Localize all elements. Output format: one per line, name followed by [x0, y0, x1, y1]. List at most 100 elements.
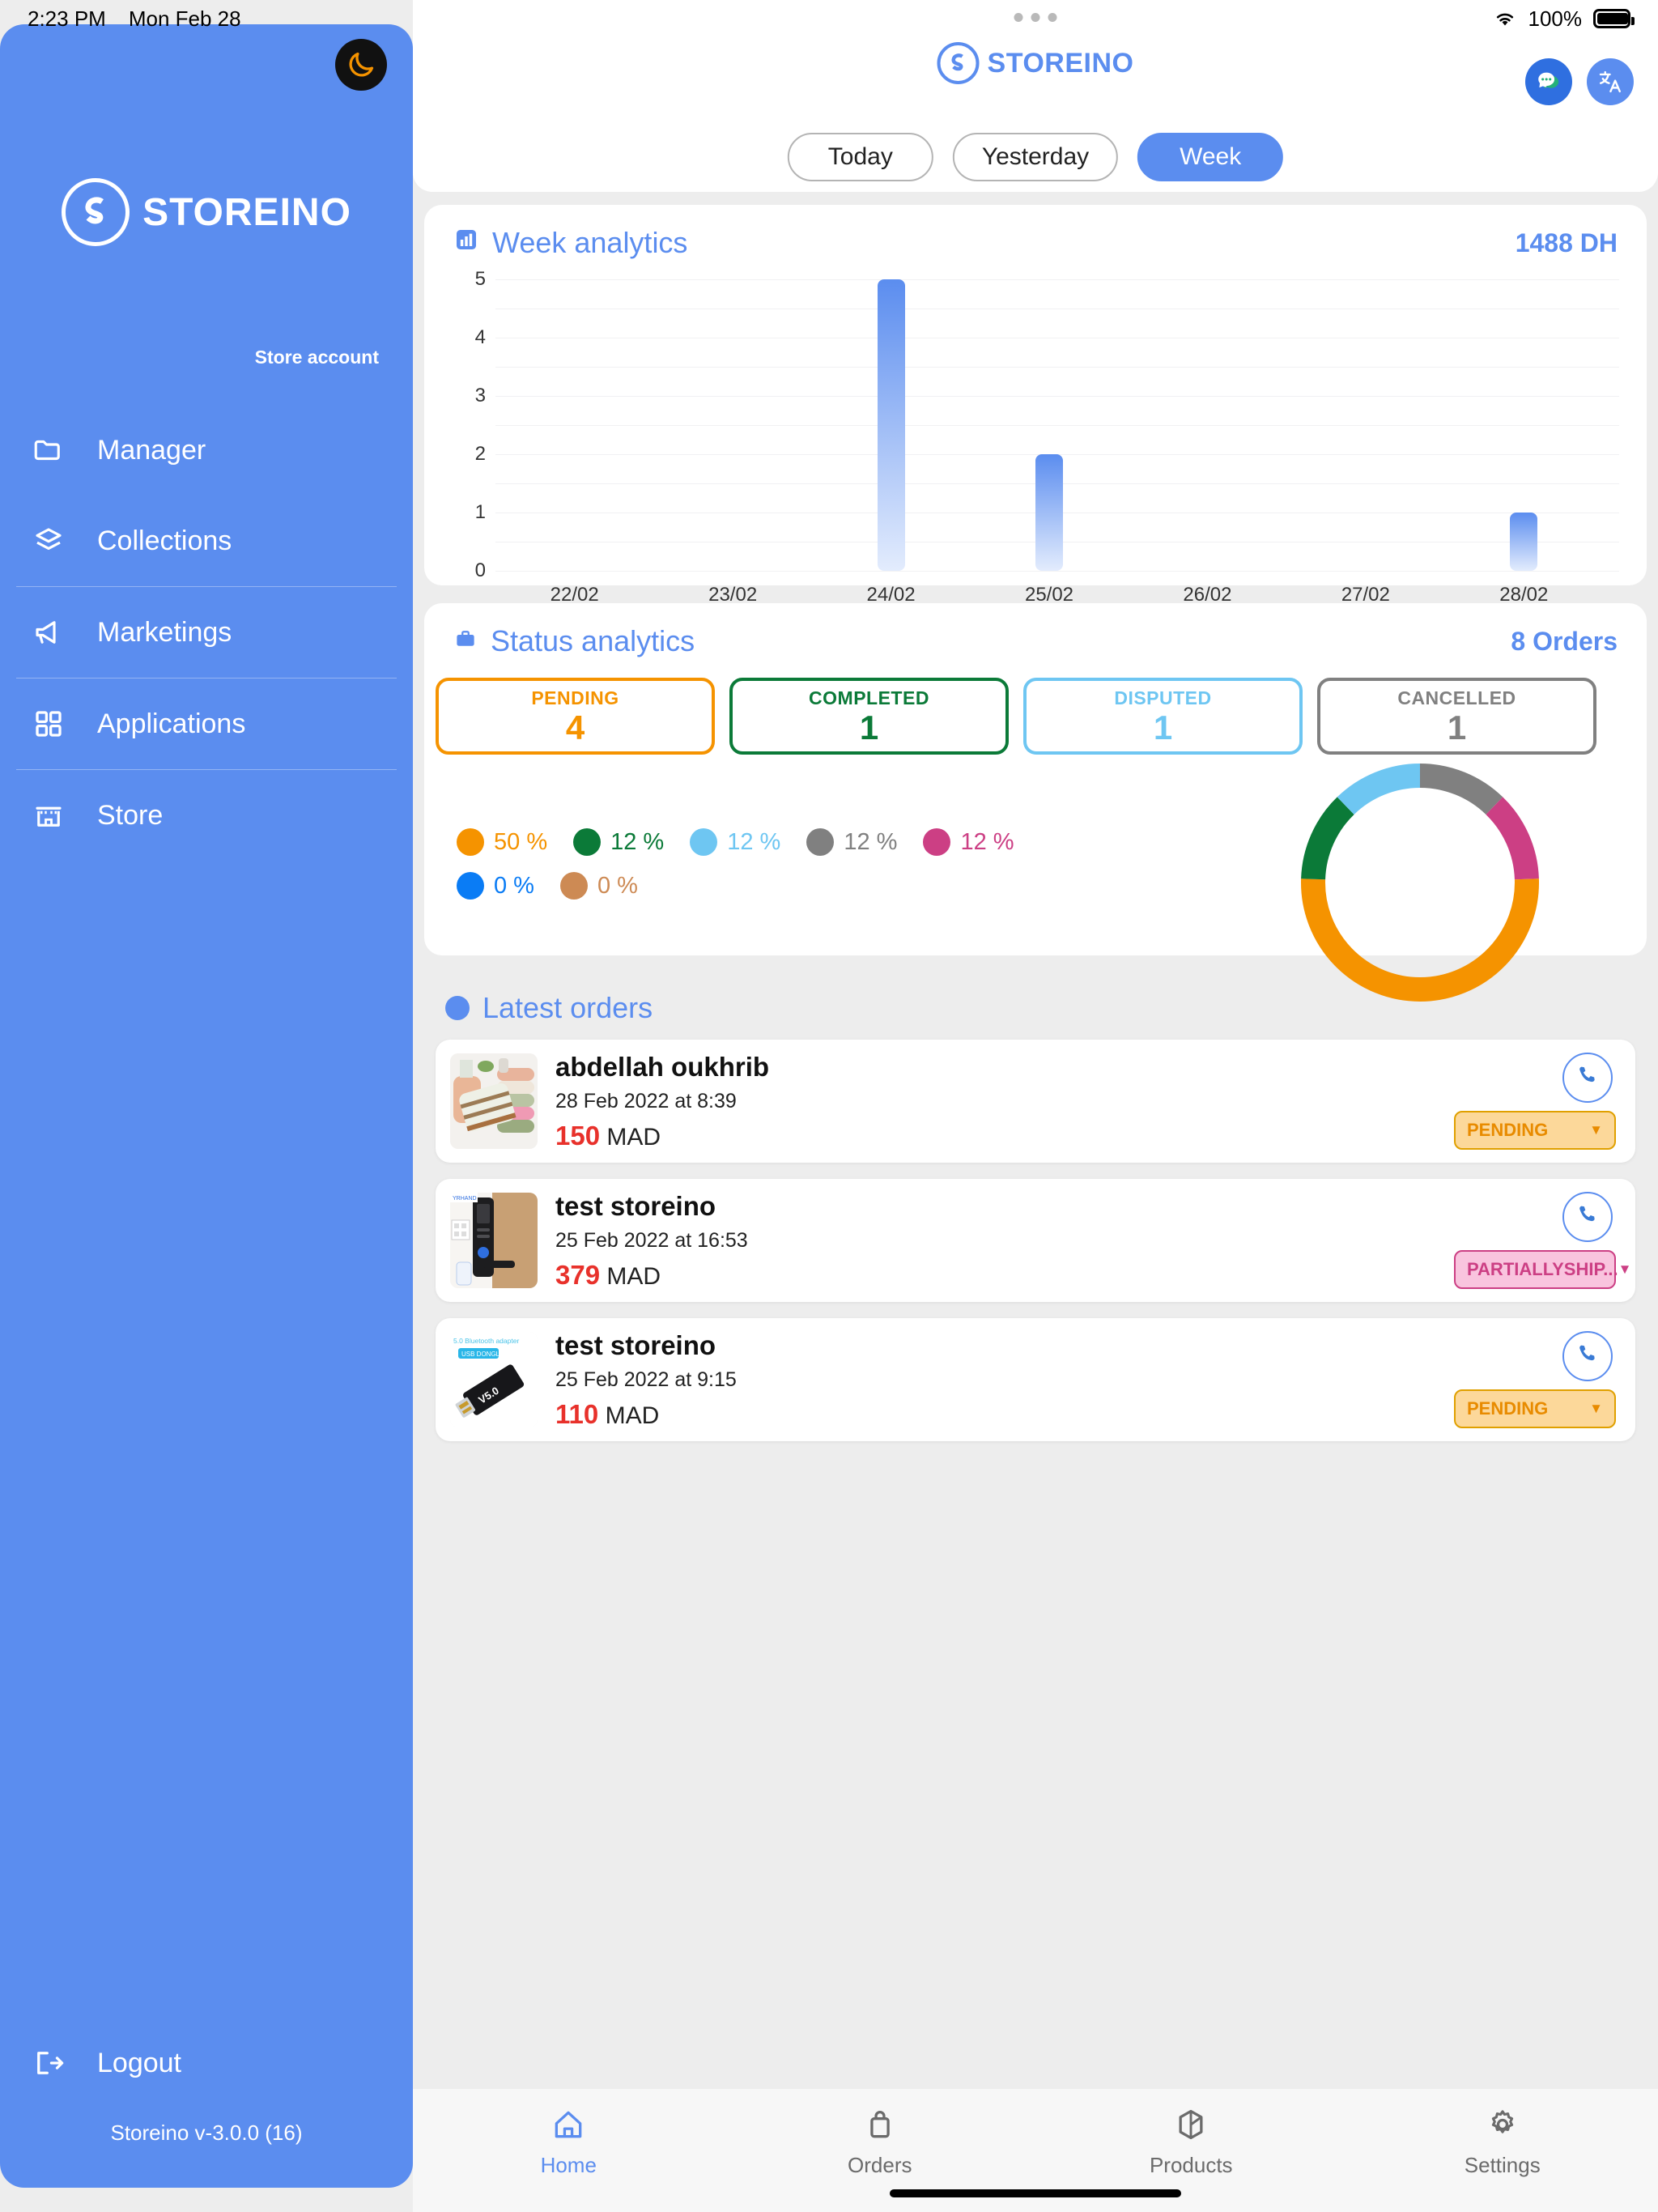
- status-chip-label: DISPUTED: [1114, 687, 1212, 708]
- legend-item: 12 %: [690, 828, 780, 856]
- chart-y-tick: 2: [474, 443, 486, 465]
- translate-icon[interactable]: [1587, 58, 1634, 105]
- tab-products[interactable]: Products: [1035, 2107, 1347, 2178]
- logout-button[interactable]: Logout: [0, 2045, 413, 2081]
- order-status-dropdown[interactable]: PENDING ▼: [1454, 1389, 1616, 1428]
- week-analytics-title: Week analytics: [492, 226, 688, 259]
- legend-percent: 0 %: [597, 872, 638, 899]
- order-list-item[interactable]: YRHAND test storeino 25 Feb 2022 at 16:53 3…: [436, 1179, 1635, 1302]
- tab-settings[interactable]: Settings: [1347, 2107, 1658, 2178]
- sidebar-item-label: Manager: [97, 434, 206, 466]
- period-segmented-control: Today Yesterday Week: [787, 133, 1284, 181]
- week-analytics-title-group: Week analytics: [453, 226, 687, 260]
- latest-orders-title: Latest orders: [483, 991, 653, 1024]
- status-chip[interactable]: PENDING 4: [436, 678, 715, 755]
- storeino-logo-icon: [62, 178, 130, 246]
- order-status-label: PARTIALLYSHIP...: [1467, 1259, 1618, 1279]
- sidebar-item-collections[interactable]: Collections: [0, 496, 413, 586]
- legend-color-dot: [457, 872, 484, 900]
- bag-icon: [862, 2107, 898, 2146]
- chevron-down-icon: ▼: [1589, 1401, 1603, 1416]
- status-chip-value: 1: [1447, 708, 1467, 747]
- legend-percent: 12 %: [844, 828, 898, 855]
- moon-icon: [346, 49, 376, 80]
- header-brand: STOREINO: [937, 42, 1134, 84]
- donut-segment[interactable]: [1301, 797, 1354, 880]
- legend-item: 12 %: [573, 828, 664, 856]
- header-actions: [1525, 58, 1634, 105]
- chevron-down-icon: ▼: [1589, 1122, 1603, 1138]
- battery-icon: [1593, 9, 1635, 28]
- status-chip-row[interactable]: PENDING 4 COMPLETED 1 DISPUTED 1 CANCELLED 1: [436, 678, 1596, 755]
- sidebar-brand: STOREINO: [0, 178, 413, 246]
- tab-label: Products: [1149, 2153, 1233, 2177]
- tab-label: Home: [540, 2153, 597, 2177]
- briefcase-icon: [453, 624, 478, 658]
- segment-today[interactable]: Today: [787, 133, 933, 181]
- sidebar-item-marketings[interactable]: Marketings: [0, 587, 413, 678]
- chart-gridline: [495, 308, 1619, 309]
- legend-percent: 12 %: [727, 828, 781, 855]
- order-list-item[interactable]: abdellah oukhrib 28 Feb 2022 at 8:39 150 M…: [436, 1040, 1635, 1163]
- sidebar-item-applications[interactable]: Applications: [0, 678, 413, 769]
- legend-percent: 12 %: [610, 828, 665, 855]
- status-bar-date: Mon Feb 28: [128, 6, 241, 31]
- sidebar-item-store[interactable]: Store: [0, 770, 413, 861]
- chart-bar[interactable]: [1035, 454, 1063, 571]
- latest-orders-section: Latest orders abdellah oukhrib 28 Feb 202…: [424, 973, 1647, 2082]
- chart-bar[interactable]: [1510, 513, 1538, 571]
- segment-yesterday[interactable]: Yesterday: [952, 133, 1119, 181]
- donut-segment[interactable]: [1419, 764, 1503, 815]
- order-product-thumbnail: YRHAND: [450, 1193, 538, 1288]
- tab-orders[interactable]: Orders: [725, 2107, 1036, 2178]
- sidebar-item-manager[interactable]: Manager: [0, 405, 413, 496]
- tab-label: Orders: [848, 2153, 912, 2177]
- order-status-dropdown[interactable]: PENDING ▼: [1454, 1111, 1616, 1150]
- segment-week[interactable]: Week: [1137, 133, 1284, 181]
- legend-item: 0 %: [457, 872, 534, 900]
- phone-icon: [1575, 1063, 1601, 1093]
- sidebar-brand-text: STOREINO: [142, 190, 351, 234]
- sidebar-item-label: Applications: [97, 708, 246, 739]
- grid-icon: [31, 706, 66, 742]
- call-customer-button[interactable]: [1562, 1192, 1613, 1242]
- status-chip-label: CANCELLED: [1397, 687, 1516, 708]
- svg-text:YRHAND: YRHAND: [453, 1196, 477, 1202]
- order-amount-value: 379: [555, 1259, 601, 1290]
- tab-home[interactable]: Home: [413, 2107, 725, 2178]
- chat-bubble-icon[interactable]: [1525, 58, 1572, 105]
- legend-color-dot: [573, 828, 602, 856]
- bar-chart-icon: [453, 226, 479, 260]
- legend-color-dot: [457, 828, 484, 856]
- week-analytics-plot: 0 1 2 3 4 5 22/02 23/02 24/02 25/02 26/02 27/02 28/0…: [453, 268, 1619, 606]
- status-chip[interactable]: CANCELLED 1: [1317, 678, 1596, 755]
- call-customer-button[interactable]: [1562, 1331, 1613, 1381]
- status-bar-time: 2:23 PM: [28, 6, 106, 31]
- status-chip[interactable]: DISPUTED 1: [1023, 678, 1303, 755]
- legend-color-dot: [690, 828, 718, 856]
- call-customer-button[interactable]: [1562, 1053, 1613, 1103]
- battery-percentage: 100%: [1528, 6, 1583, 31]
- theme-toggle-button[interactable]: [335, 39, 387, 91]
- phone-icon: [1575, 1202, 1601, 1232]
- sidebar-item-label: Collections: [97, 525, 232, 556]
- logout-label: Logout: [97, 2047, 181, 2078]
- status-analytics-header: Status analytics 8 Orders: [424, 603, 1647, 665]
- status-chip[interactable]: COMPLETED 1: [729, 678, 1009, 755]
- tab-label: Settings: [1464, 2153, 1541, 2177]
- chart-bar[interactable]: [877, 279, 905, 571]
- main-content: STOREINO Today Yesterday Week Week analy…: [413, 0, 1658, 2212]
- legend-percent: 0 %: [494, 872, 534, 899]
- order-status-dropdown[interactable]: PARTIALLYSHIP... ▼: [1454, 1250, 1631, 1289]
- donut-segment[interactable]: [1337, 764, 1421, 815]
- chart-gridline: [495, 279, 1619, 280]
- bullet-icon: [445, 996, 470, 1020]
- svg-text:USB DONGLE: USB DONGLE: [461, 1351, 504, 1358]
- chart-y-tick: 0: [474, 559, 486, 581]
- donut-segment[interactable]: [1486, 797, 1539, 880]
- status-donut-chart: [1299, 761, 1541, 1004]
- latest-orders-header: Latest orders: [424, 973, 1647, 1040]
- order-list-item[interactable]: 5.0 Bluetooth adapter USB DONGLE V5.0 test …: [436, 1318, 1635, 1441]
- chart-gridline: [495, 425, 1619, 426]
- legend-percent: 50 %: [494, 828, 548, 855]
